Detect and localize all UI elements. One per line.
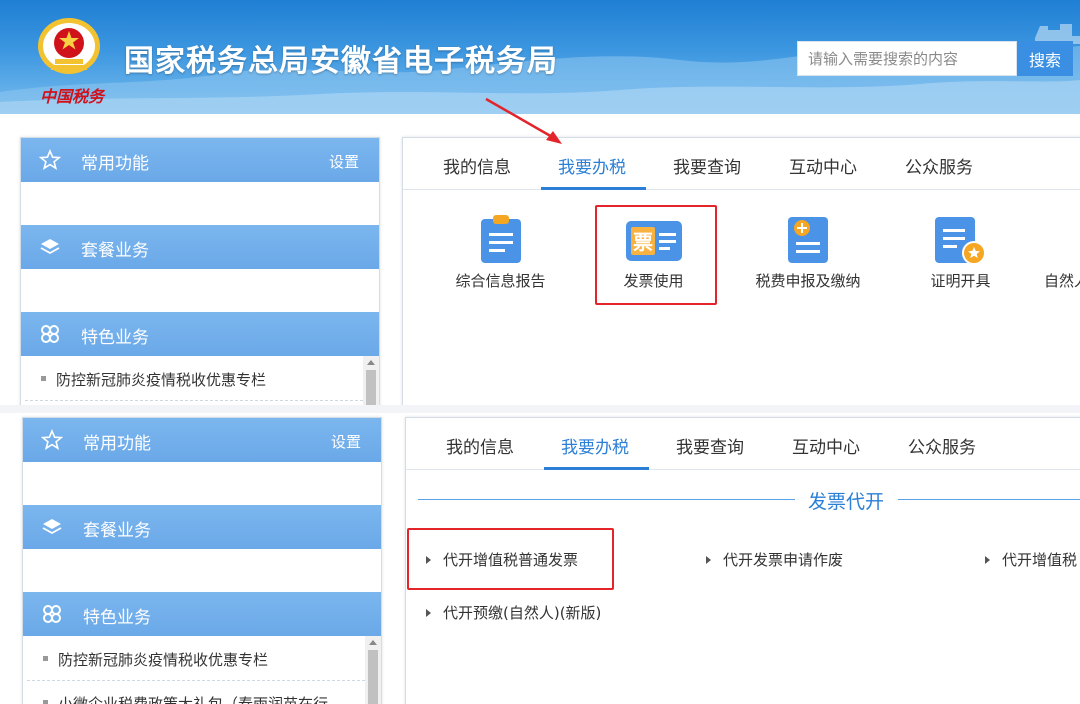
active-tab-underline [541,187,646,190]
func-certificate[interactable]: 证明开具 [903,215,1018,295]
highlight-box-vat-normal-invoice [407,528,614,590]
func-label: 税费申报及缴纳 [755,272,861,290]
report-icon [481,215,521,263]
section-common-functions[interactable]: 常用功能 设置 [23,418,381,462]
tab-query[interactable]: 我要查询 [676,433,744,458]
tab-public-service[interactable]: 公众服务 [905,153,973,178]
section-label: 套餐业务 [81,241,149,261]
func-label: 证明开具 [930,272,991,290]
list-item-epidemic-tax[interactable]: 防控新冠肺炎疫情税收优惠专栏 [41,369,266,390]
clover-icon [43,605,61,623]
site-title: 国家税务总局安徽省电子税务局 [124,44,558,79]
tab-my-info[interactable]: 我的信息 [443,153,511,178]
bullet-icon [43,656,48,661]
scroll-up-icon[interactable] [369,640,377,645]
section-separator [0,405,1080,413]
section-divider-left [418,499,795,500]
func-label: 综合信息报告 [455,272,546,290]
list-item-epidemic-tax[interactable]: 防控新冠肺炎疫情税收优惠专栏 [43,649,268,670]
tab-tax-handling[interactable]: 我要办税 [558,153,626,178]
active-tab-underline [544,467,649,470]
bullet-icon [41,376,46,381]
search-input[interactable] [797,41,1017,76]
star-icon [41,429,63,450]
section-package-business[interactable]: 套餐业务 [23,505,381,549]
section-label: 特色业务 [83,608,151,628]
scrollbar[interactable] [365,636,381,704]
func-comprehensive-report[interactable]: 综合信息报告 [443,215,558,295]
left-panel-top: 常用功能 设置 套餐业务 特色业务 防控新冠肺炎疫情税收优惠专栏 [20,137,380,407]
scroll-up-icon[interactable] [367,360,375,365]
declare-icon [788,217,828,263]
triangle-right-icon [985,556,990,564]
section-common-functions[interactable]: 常用功能 设置 [21,138,379,182]
section-label: 套餐业务 [83,521,151,541]
tab-public-service[interactable]: 公众服务 [908,433,976,458]
search-button[interactable]: 搜索 [1017,41,1073,76]
settings-link[interactable]: 设置 [331,431,361,452]
layers-icon [40,239,60,255]
scrollbar[interactable] [363,356,379,406]
section-divider-right [898,499,1080,500]
triangle-right-icon [706,556,711,564]
list-divider [27,680,365,681]
screenshot-root: 中国税务 国家税务总局安徽省电子税务局 搜索 常用功能 设置 套餐业务 [0,0,1080,704]
section-special-business[interactable]: 特色业务 [23,592,381,636]
invoice-section-title: 发票代开 [808,491,885,513]
tab-tax-handling[interactable]: 我要办税 [561,433,629,458]
highlight-box-invoice-use [595,205,717,305]
func-tax-declaration[interactable]: 税费申报及缴纳 [748,215,868,295]
list-item-small-business-policy[interactable]: 小微企业税费政策大礼包（春雨润苗在行 [43,693,328,704]
section-special-business[interactable]: 特色业务 [21,312,379,356]
layers-icon [42,519,62,535]
clover-icon [41,325,59,343]
triangle-right-icon [426,609,431,617]
left-panel-bottom: 常用功能 设置 套餐业务 特色业务 防控新冠肺炎疫情税收优惠专栏 小微企业税费政… [22,417,382,704]
tab-query[interactable]: 我要查询 [673,153,741,178]
certificate-icon [935,217,986,265]
bullet-icon [43,700,48,704]
list-divider [25,400,363,401]
china-tax-logo-text: 中国税务 [40,87,105,106]
star-icon [39,149,61,170]
section-label: 常用功能 [81,154,149,174]
link-issue-vat-special[interactable]: 代开增值税 [985,549,1077,570]
scroll-thumb[interactable] [368,650,378,704]
annotation-arrow [485,97,562,144]
right-panel-top: 我的信息 我要办税 我要查询 互动中心 公众服务 综合信息报告 票 发票使用 税… [402,137,1080,407]
link-void-issued-invoice[interactable]: 代开发票申请作废 [706,549,843,570]
func-natural-person[interactable]: 自然人 [1044,270,1080,292]
national-emblem-logo [38,18,100,74]
tab-my-info[interactable]: 我的信息 [446,433,514,458]
section-label: 特色业务 [81,328,149,348]
settings-link[interactable]: 设置 [329,151,359,172]
scroll-thumb[interactable] [366,370,376,406]
tab-interaction-center[interactable]: 互动中心 [792,433,860,458]
link-prepay-natural-person[interactable]: 代开预缴(自然人)(新版) [426,602,601,623]
section-package-business[interactable]: 套餐业务 [21,225,379,269]
tab-bar: 我的信息 我要办税 我要查询 互动中心 公众服务 [406,418,1080,470]
func-label: 自然人 [1044,272,1080,290]
section-label: 常用功能 [83,434,151,454]
tab-interaction-center[interactable]: 互动中心 [789,153,857,178]
